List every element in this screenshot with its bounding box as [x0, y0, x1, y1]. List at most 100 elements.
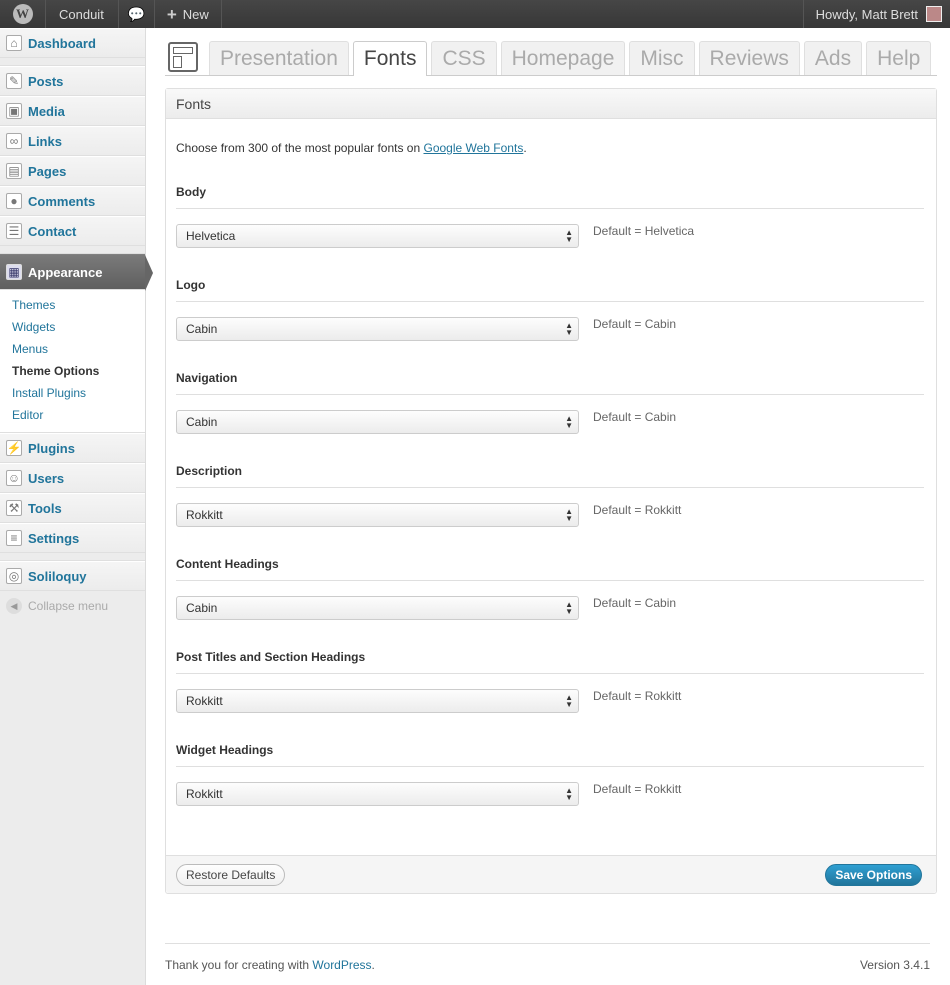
sidebar-item-settings[interactable]: ≡ Settings — [0, 523, 145, 553]
font-field-description: Description Rokkitt ▲ ▼ Default = Rokkitt — [176, 464, 924, 527]
soliloquy-icon: ◎ — [6, 568, 22, 584]
save-options-button[interactable]: Save Options — [825, 864, 922, 886]
submenu-item-themes[interactable]: Themes — [0, 294, 145, 316]
sidebar-item-label: Pages — [28, 163, 67, 179]
sidebar-item-soliloquy[interactable]: ◎ Soliloquy — [0, 561, 145, 591]
field-label: Description — [176, 464, 924, 488]
tab-help[interactable]: Help — [866, 41, 932, 75]
menu-separator — [0, 58, 145, 66]
select-arrows-icon: ▲ ▼ — [565, 693, 573, 709]
sidebar-item-plugins[interactable]: ⚡ Plugins — [0, 433, 145, 463]
select-arrows-icon: ▲ ▼ — [565, 228, 573, 244]
sidebar-item-posts[interactable]: ✎ Posts — [0, 66, 145, 96]
tab-misc[interactable]: Misc — [629, 41, 695, 75]
field-label: Widget Headings — [176, 743, 924, 767]
footer-thanks: Thank you for creating with WordPress. — [165, 958, 375, 972]
font-select-post-titles[interactable]: Rokkitt ▲ ▼ — [176, 689, 579, 713]
tab-homepage[interactable]: Homepage — [500, 41, 626, 75]
sidebar-item-media[interactable]: ▣ Media — [0, 96, 145, 126]
select-arrows-icon: ▲ ▼ — [565, 786, 573, 802]
admin-sidebar: ⌂ Dashboard ✎ Posts ▣ Media ∞ Links ▤ Pa… — [0, 28, 153, 985]
submenu-item-install-plugins[interactable]: Install Plugins — [0, 382, 145, 404]
font-select-logo[interactable]: Cabin ▲ ▼ — [176, 317, 579, 341]
font-field-body: Body Helvetica ▲ ▼ Default = Helvetica — [176, 185, 924, 248]
google-web-fonts-link[interactable]: Google Web Fonts — [423, 141, 523, 155]
sidebar-item-users[interactable]: ☺ Users — [0, 463, 145, 493]
restore-defaults-button[interactable]: Restore Defaults — [176, 864, 286, 886]
wordpress-logo-menu[interactable]: W — [0, 0, 46, 28]
font-select-widget-headings[interactable]: Rokkitt ▲ ▼ — [176, 782, 579, 806]
font-field-navigation: Navigation Cabin ▲ ▼ Default = Cabin — [176, 371, 924, 434]
fonts-panel: Fonts Choose from 300 of the most popula… — [165, 88, 937, 894]
new-content-menu[interactable]: + New — [155, 0, 222, 28]
greeting-text: Howdy, Matt Brett — [815, 6, 918, 22]
font-select-navigation[interactable]: Cabin ▲ ▼ — [176, 410, 579, 434]
plugin-icon: ⚡ — [6, 440, 22, 456]
settings-icon: ≡ — [6, 530, 22, 546]
font-field-content-headings: Content Headings Cabin ▲ ▼ Default = Cabi… — [176, 557, 924, 620]
account-menu[interactable]: Howdy, Matt Brett — [802, 0, 950, 28]
field-label: Navigation — [176, 371, 924, 395]
collapse-label: Collapse menu — [28, 599, 109, 613]
default-note: Default = Rokkitt — [593, 503, 682, 517]
sidebar-item-label: Settings — [28, 530, 80, 546]
sidebar-item-label: Contact — [28, 223, 77, 239]
sidebar-item-contact[interactable]: ☰ Contact — [0, 216, 145, 246]
sidebar-item-tools[interactable]: ⚒ Tools — [0, 493, 145, 523]
select-value: Rokkitt — [186, 508, 223, 522]
select-arrows-icon: ▲ ▼ — [565, 507, 573, 523]
tab-css[interactable]: CSS — [431, 41, 497, 75]
comments-link[interactable]: 💬 — [119, 0, 155, 28]
sidebar-item-comments[interactable]: ● Comments — [0, 186, 145, 216]
sidebar-item-pages[interactable]: ▤ Pages — [0, 156, 145, 186]
sidebar-item-appearance[interactable]: ▦ Appearance — [0, 254, 153, 291]
submenu-item-theme-options[interactable]: Theme Options — [0, 360, 145, 382]
sidebar-item-label: Soliloquy — [28, 568, 87, 584]
collapse-menu-button[interactable]: ◀ Collapse menu — [0, 591, 145, 621]
footer-thanks-before: Thank you for creating with — [165, 958, 313, 972]
intro-text-before: Choose from 300 of the most popular font… — [176, 141, 424, 155]
site-name-link[interactable]: Conduit — [46, 0, 119, 28]
sidebar-item-label: Plugins — [28, 440, 75, 456]
font-select-description[interactable]: Rokkitt ▲ ▼ — [176, 503, 579, 527]
tab-ads[interactable]: Ads — [803, 41, 863, 75]
select-arrows-icon: ▲ ▼ — [565, 414, 573, 430]
submenu-item-menus[interactable]: Menus — [0, 338, 145, 360]
tab-presentation[interactable]: Presentation — [209, 41, 349, 75]
field-label: Body — [176, 185, 924, 209]
appearance-icon: ▦ — [6, 264, 22, 280]
panel-title: Fonts — [166, 89, 936, 119]
comment-bubble-icon: 💬 — [127, 5, 146, 22]
plus-icon: + — [166, 4, 177, 24]
new-label: New — [182, 6, 209, 22]
sidebar-item-label: Dashboard — [28, 35, 96, 51]
footer-thanks-after: . — [371, 958, 375, 972]
submenu-item-editor[interactable]: Editor — [0, 404, 145, 426]
panel-footer: Restore Defaults Save Options — [166, 855, 936, 893]
dashboard-icon: ⌂ — [6, 35, 22, 51]
main-content: Presentation Fonts CSS Homepage Misc Rev… — [165, 28, 937, 894]
media-icon: ▣ — [6, 103, 22, 119]
menu-separator — [0, 246, 145, 254]
sidebar-item-links[interactable]: ∞ Links — [0, 126, 145, 156]
font-select-content-headings[interactable]: Cabin ▲ ▼ — [176, 596, 579, 620]
collapse-arrow-icon: ◀ — [6, 598, 22, 614]
font-select-body[interactable]: Helvetica ▲ ▼ — [176, 224, 579, 248]
select-value: Rokkitt — [186, 694, 223, 708]
tab-fonts[interactable]: Fonts — [352, 41, 428, 76]
sidebar-item-dashboard[interactable]: ⌂ Dashboard — [0, 28, 145, 58]
wordpress-logo-icon: W — [12, 4, 33, 24]
intro-text: Choose from 300 of the most popular font… — [176, 141, 527, 155]
field-label: Logo — [176, 278, 924, 302]
sidebar-item-label: Appearance — [28, 264, 103, 280]
field-label: Post Titles and Section Headings — [176, 650, 924, 674]
font-field-widget-headings: Widget Headings Rokkitt ▲ ▼ Default = Rok… — [176, 743, 924, 806]
wordpress-link[interactable]: WordPress — [312, 958, 371, 972]
page-footer: Thank you for creating with WordPress. V… — [165, 943, 930, 972]
font-field-logo: Logo Cabin ▲ ▼ Default = Cabin — [176, 278, 924, 341]
pushpin-icon: ✎ — [6, 73, 22, 89]
avatar — [926, 6, 942, 22]
select-value: Rokkitt — [186, 787, 223, 801]
tab-reviews[interactable]: Reviews — [698, 41, 800, 75]
submenu-item-widgets[interactable]: Widgets — [0, 316, 145, 338]
